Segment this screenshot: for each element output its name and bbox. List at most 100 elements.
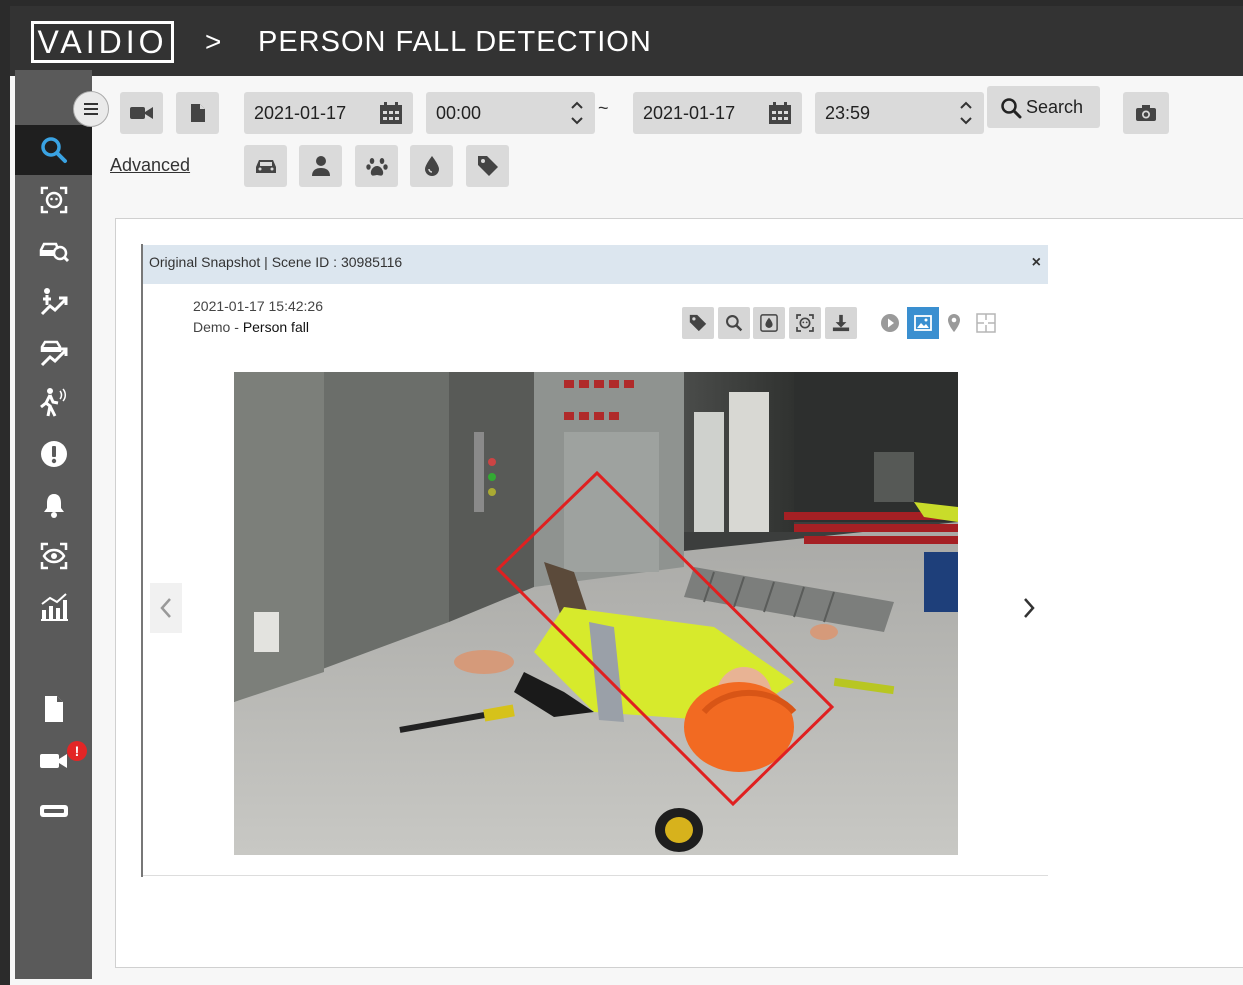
page-title: PERSON FALL DETECTION — [258, 26, 652, 58]
video-camera-icon — [129, 107, 153, 119]
start-date-value: 2021-01-17 — [254, 103, 347, 123]
snapshot-search-button[interactable] — [1123, 92, 1169, 134]
card-left-border — [141, 244, 143, 877]
snapshot-card-header: Original Snapshot | Scene ID : 30985116 … — [143, 245, 1048, 284]
zoom-button[interactable] — [718, 307, 750, 339]
filter-vehicle-button[interactable] — [244, 145, 287, 187]
face-scan-icon — [40, 186, 67, 214]
sidebar-item-vehicle-trend[interactable] — [15, 328, 92, 378]
document-icon — [44, 696, 63, 722]
sidebar-item-alerts[interactable] — [15, 429, 92, 479]
analytics-icon — [40, 593, 68, 621]
file-icon — [190, 104, 205, 122]
filter-person-button[interactable] — [299, 145, 342, 187]
car-icon — [255, 160, 276, 173]
search-icon — [40, 137, 67, 163]
start-date-field[interactable]: 2021-01-17 — [244, 92, 413, 134]
filter-color-button[interactable] — [410, 145, 453, 187]
breadcrumb-separator: > — [205, 26, 222, 57]
end-time-field[interactable]: 23:59 — [815, 92, 984, 134]
previous-button[interactable] — [150, 583, 182, 633]
color-button[interactable] — [753, 307, 785, 339]
sidebar-item-watch[interactable] — [15, 531, 92, 581]
date-range-separator: ~ — [598, 98, 609, 118]
scene-illustration — [234, 372, 958, 855]
image-icon — [914, 315, 932, 331]
sidebar-item-vehicle-search[interactable] — [15, 226, 92, 276]
filter-tag-button[interactable] — [466, 145, 509, 187]
map-view-button[interactable] — [938, 307, 970, 339]
tag-icon — [689, 314, 707, 332]
sidebar-item-reports[interactable] — [15, 684, 92, 734]
sidebar-item-search[interactable] — [15, 125, 92, 175]
sidebar-item-server[interactable] — [15, 786, 92, 836]
floor-plan-icon — [976, 313, 996, 333]
face-scan-icon — [796, 314, 814, 332]
camera-separator: - — [230, 319, 243, 335]
spinner-updown-icon[interactable] — [569, 98, 585, 128]
advanced-link[interactable]: Advanced — [110, 155, 190, 176]
download-button[interactable] — [825, 307, 857, 339]
tag-button[interactable] — [682, 307, 714, 339]
end-date-value: 2021-01-17 — [643, 103, 736, 123]
face-button[interactable] — [789, 307, 821, 339]
person-trend-icon — [40, 288, 67, 316]
vehicle-search-icon — [39, 242, 69, 263]
play-video-button[interactable] — [874, 307, 906, 339]
sidebar-item-notifications[interactable] — [15, 480, 92, 530]
sidebar-item-intrusion[interactable] — [15, 378, 92, 428]
map-pin-icon — [948, 314, 960, 332]
card-bottom-border — [143, 875, 1048, 876]
event-type: Person fall — [242, 319, 309, 335]
end-date-field[interactable]: 2021-01-17 — [633, 92, 802, 134]
camera-icon — [39, 754, 67, 768]
close-icon[interactable]: × — [1032, 254, 1041, 272]
camera-photo-icon — [1136, 105, 1156, 121]
vehicle-trend-icon — [40, 340, 67, 367]
start-time-value: 00:00 — [436, 103, 482, 123]
tag-icon — [477, 156, 498, 176]
person-icon — [311, 156, 330, 176]
image-view-button[interactable] — [907, 307, 939, 339]
search-icon — [1001, 98, 1022, 119]
snapshot-image[interactable] — [234, 372, 958, 855]
start-time-field[interactable]: 00:00 — [426, 92, 595, 134]
camera-name: Demo — [193, 319, 231, 335]
eye-scan-icon — [40, 542, 67, 570]
video-mode-button[interactable] — [120, 92, 163, 134]
spinner-updown-icon[interactable] — [958, 98, 974, 128]
download-icon — [832, 314, 850, 332]
sidebar-item-analytics[interactable] — [15, 582, 92, 632]
floor-plan-button[interactable] — [970, 307, 1002, 339]
vaidio-logo[interactable]: VAIDIO — [31, 21, 174, 63]
hamburger-icon — [84, 103, 98, 115]
event-source: Demo - Person fall — [193, 319, 309, 335]
menu-toggle-button[interactable] — [73, 91, 109, 127]
chevron-left-icon — [160, 598, 171, 618]
bell-icon — [43, 494, 64, 518]
sidebar-item-cameras[interactable]: ! — [15, 735, 92, 785]
play-icon — [881, 314, 899, 332]
calendar-icon[interactable] — [768, 101, 792, 125]
drop-icon — [424, 156, 439, 176]
server-icon — [39, 805, 68, 817]
magnifier-icon — [726, 315, 743, 332]
sidebar-item-person-trend[interactable] — [15, 277, 92, 327]
next-button[interactable] — [1013, 583, 1045, 633]
search-button-label: Search — [1026, 97, 1084, 117]
event-timestamp: 2021-01-17 15:42:26 — [193, 298, 323, 314]
sidebar-item-face-search[interactable] — [15, 175, 92, 225]
end-time-value: 23:59 — [825, 103, 871, 123]
snapshot-card-title: Original Snapshot | Scene ID : 30985116 — [149, 254, 403, 270]
filter-animal-button[interactable] — [355, 145, 398, 187]
calendar-icon[interactable] — [379, 101, 403, 125]
file-mode-button[interactable] — [176, 92, 219, 134]
camera-alert-badge: ! — [67, 741, 87, 761]
paw-icon — [365, 158, 388, 176]
chevron-right-icon — [1024, 598, 1035, 618]
color-drop-icon — [760, 314, 778, 332]
intrusion-icon — [39, 388, 66, 417]
top-bar: VAIDIO > PERSON FALL DETECTION — [10, 6, 1243, 76]
search-button[interactable]: Search — [987, 86, 1100, 128]
alert-icon — [40, 441, 67, 467]
